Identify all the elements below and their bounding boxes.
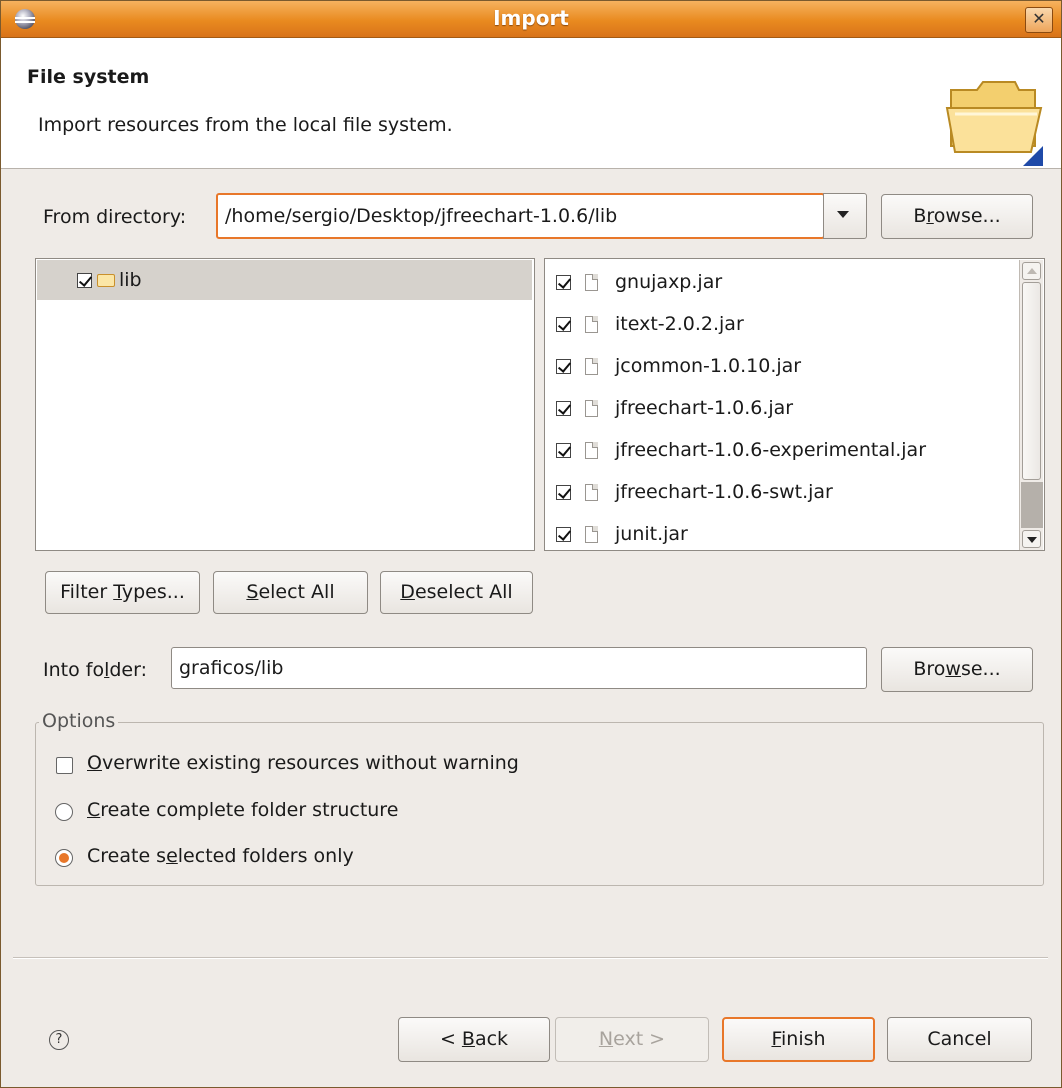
file-name: jfreechart-1.0.6.jar <box>615 397 794 419</box>
scroll-down-arrow-icon[interactable] <box>1022 530 1041 548</box>
help-icon[interactable]: ? <box>49 1030 69 1050</box>
list-item[interactable]: itext-2.0.2.jar <box>545 303 1015 345</box>
file-name: jfreechart-1.0.6-swt.jar <box>615 481 833 503</box>
file-icon <box>585 274 598 291</box>
file-icon <box>585 442 598 459</box>
create-complete-label[interactable]: Create complete folder structure <box>87 799 398 821</box>
create-selected-radio[interactable] <box>55 849 73 867</box>
scroll-up-arrow-icon[interactable] <box>1022 262 1041 280</box>
filter-types-button[interactable]: Filter Types... <box>45 571 200 614</box>
close-icon: ✕ <box>1032 9 1046 28</box>
create-complete-radio[interactable] <box>55 803 73 821</box>
browse-folder-button[interactable]: Browse... <box>881 647 1033 692</box>
file-name: jfreechart-1.0.6-experimental.jar <box>615 439 927 461</box>
footer-separator <box>13 957 1048 959</box>
file-checkbox[interactable] <box>556 401 571 416</box>
from-directory-label: From directory: <box>43 206 187 228</box>
file-checkbox[interactable] <box>556 359 571 374</box>
tree-checkbox-lib[interactable] <box>77 273 92 288</box>
file-icon <box>585 400 598 417</box>
into-folder-label: Into folder: <box>43 659 147 681</box>
window-title: Import <box>493 6 569 30</box>
import-dialog: Import ✕ File system Import resources fr… <box>0 0 1062 1088</box>
file-name: junit.jar <box>615 523 688 545</box>
list-item[interactable]: jfreechart-1.0.6-swt.jar <box>545 471 1015 513</box>
file-icon <box>585 484 598 501</box>
page-description: Import resources from the local file sys… <box>38 114 453 136</box>
back-button[interactable]: < Back <box>398 1017 550 1062</box>
file-checkbox[interactable] <box>556 317 571 332</box>
folder-tree[interactable]: lib <box>35 258 535 551</box>
open-folder-icon <box>945 81 1043 166</box>
file-checkbox[interactable] <box>556 527 571 542</box>
list-item[interactable]: gnujaxp.jar <box>545 261 1015 303</box>
folder-icon <box>97 274 115 287</box>
file-checkbox[interactable] <box>556 443 571 458</box>
overwrite-checkbox[interactable] <box>56 757 73 774</box>
file-icon <box>585 316 598 333</box>
page-title: File system <box>27 66 150 88</box>
overwrite-label[interactable]: Overwrite existing resources without war… <box>87 752 519 774</box>
title-bar[interactable]: Import ✕ <box>1 1 1061 38</box>
file-checkbox[interactable] <box>556 275 571 290</box>
select-all-button[interactable]: Select All <box>213 571 368 614</box>
file-name: jcommon-1.0.10.jar <box>615 355 802 377</box>
scrollbar-thumb[interactable] <box>1022 282 1041 480</box>
close-button[interactable]: ✕ <box>1025 7 1053 33</box>
cancel-button[interactable]: Cancel <box>887 1017 1032 1062</box>
tree-item-lib[interactable]: lib <box>37 260 532 300</box>
file-icon <box>585 526 598 543</box>
list-item[interactable]: jfreechart-1.0.6-experimental.jar <box>545 429 1015 471</box>
tree-item-label: lib <box>119 269 142 291</box>
file-checkbox[interactable] <box>556 485 571 500</box>
file-list[interactable]: gnujaxp.jar itext-2.0.2.jar jcommon-1.0.… <box>544 258 1045 551</box>
from-directory-field[interactable]: /home/sergio/Desktop/jfreechart-1.0.6/li… <box>216 193 825 239</box>
finish-button[interactable]: Finish <box>722 1017 875 1062</box>
wizard-header: File system Import resources from the lo… <box>1 38 1061 169</box>
list-item[interactable]: junit.jar <box>545 513 1015 550</box>
scrollbar-trough[interactable] <box>1021 482 1043 528</box>
from-directory-dropdown[interactable] <box>823 193 867 239</box>
into-folder-field[interactable]: graficos/lib <box>171 647 867 689</box>
file-name: gnujaxp.jar <box>615 271 723 293</box>
deselect-all-button[interactable]: Deselect All <box>380 571 533 614</box>
list-item[interactable]: jfreechart-1.0.6.jar <box>545 387 1015 429</box>
file-name: itext-2.0.2.jar <box>615 313 744 335</box>
create-selected-label[interactable]: Create selected folders only <box>87 845 354 867</box>
file-list-scrollbar[interactable] <box>1019 260 1043 550</box>
next-button[interactable]: Next > <box>555 1017 709 1062</box>
file-icon <box>585 358 598 375</box>
list-item[interactable]: jcommon-1.0.10.jar <box>545 345 1015 387</box>
options-group-label: Options <box>39 710 119 732</box>
browse-directory-button[interactable]: Browse... <box>881 194 1033 239</box>
